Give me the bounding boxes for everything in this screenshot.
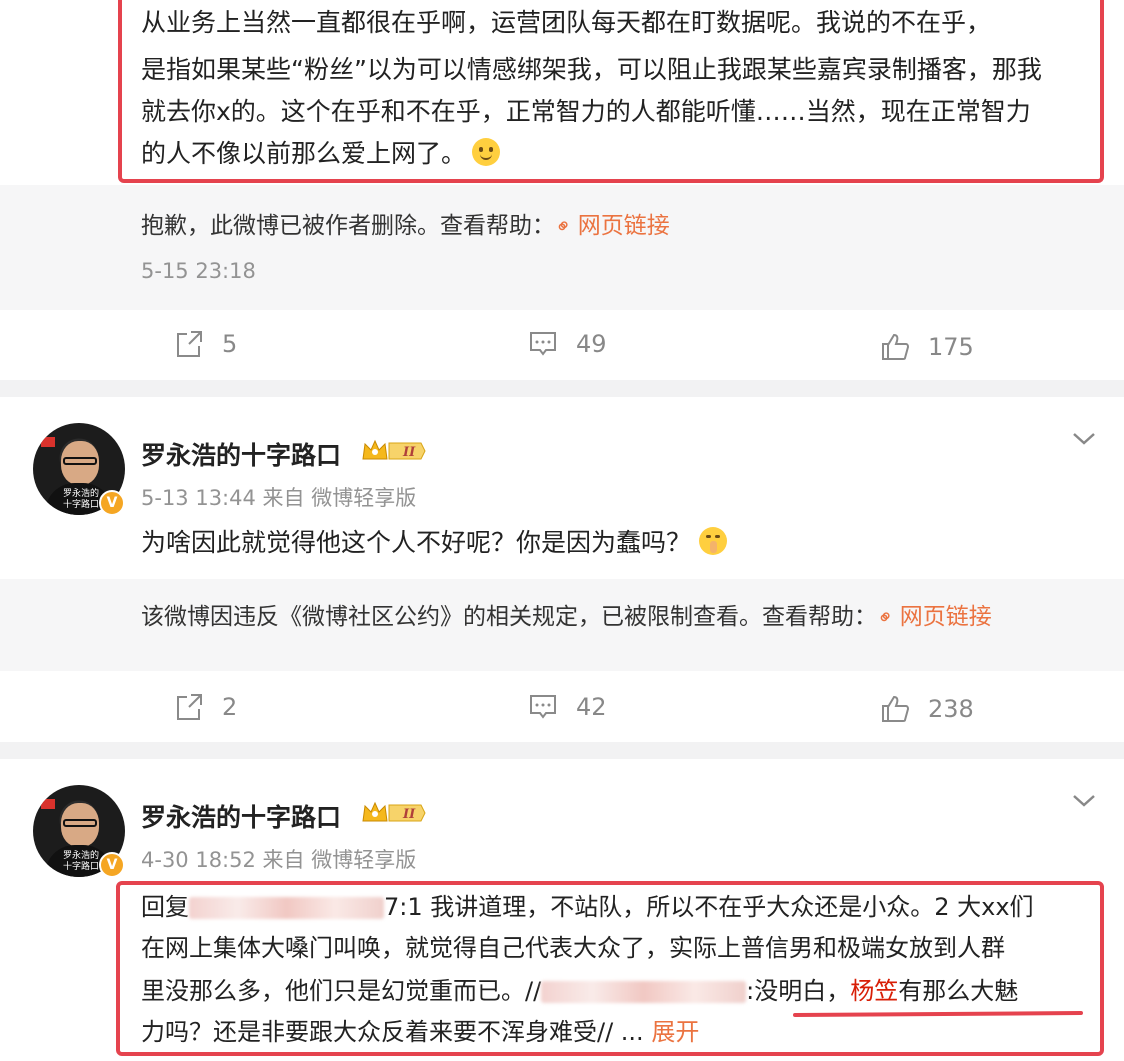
web-link[interactable]: ⚭网页链接 [871, 603, 992, 632]
post-text-line: 是指如果某些“粉丝”以为可以情感绑架我，可以阻止我跟某些嘉宾录制播客，那我 [141, 55, 1042, 84]
avatar-caption: 罗永浩的十字路口 [62, 851, 99, 872]
like-count: 238 [928, 695, 974, 723]
redacted-username [189, 897, 384, 919]
mentioned-name: 杨笠 [850, 977, 899, 1005]
chevron-down-icon[interactable] [1071, 793, 1097, 809]
comment-button[interactable]: 49 [528, 329, 607, 359]
repost-timestamp: 5-15 23:18 [141, 259, 256, 283]
post-text: 的人不像以前那么爱上网了。 [141, 139, 467, 168]
post-text-line-last: 的人不像以前那么爱上网了。 [141, 138, 501, 170]
comment-icon [528, 329, 558, 359]
verified-badge: V [99, 490, 125, 516]
redacted-username [541, 981, 747, 1003]
like-icon [880, 694, 910, 724]
crown-icon[interactable]: II [361, 799, 427, 827]
restricted-notice: 该微博因违反《微博社区公约》的相关规定，已被限制查看。查看帮助：⚭网页链接 [141, 602, 992, 632]
smile-emoji [472, 138, 501, 166]
like-icon [880, 332, 910, 362]
shush-emoji [699, 527, 728, 555]
share-count: 5 [222, 330, 238, 358]
share-icon [174, 329, 204, 359]
username[interactable]: 罗永浩的十字路口 [141, 436, 341, 472]
like-button[interactable]: 238 [880, 694, 974, 724]
post-meta: 5-13 13:44 来自 微博轻享版 [141, 486, 417, 510]
verified-badge: V [99, 852, 125, 878]
level-badge: II [402, 445, 416, 460]
like-count: 175 [928, 333, 974, 361]
comment-button[interactable]: 42 [528, 692, 607, 722]
repost-deleted-notice: 抱歉，此微博已被作者删除。查看帮助：⚭网页链接 [141, 211, 670, 241]
feed-divider [0, 742, 1124, 759]
comment-count: 42 [576, 693, 607, 721]
post-text-line: 力吗？还是非要跟大众反着来要不浑身难受// ... 展开 [141, 1018, 700, 1046]
comment-icon [528, 692, 558, 722]
post-text-line: 里没那么多，他们只是幻觉重而已。//:没明白，杨笠有那么大魅 [141, 977, 1019, 1005]
username[interactable]: 罗永浩的十字路口 [141, 798, 341, 834]
crown-icon[interactable]: II [361, 437, 427, 465]
chevron-down-icon[interactable] [1071, 431, 1097, 447]
post-text: 为啥因此就觉得他这个人不好呢？你是因为蠢吗？ [141, 527, 728, 559]
repost-card[interactable] [0, 185, 1124, 310]
share-count: 2 [222, 693, 238, 721]
post-text-line: 回复 7:1 我讲道理，不站队，所以不在乎大众还是小众。2 大xx们 [141, 893, 1034, 921]
feed-divider [0, 380, 1124, 397]
share-button[interactable]: 2 [174, 692, 237, 722]
share-icon [174, 692, 204, 722]
like-button[interactable]: 175 [880, 332, 974, 362]
avatar-caption: 罗永浩的十字路口 [62, 489, 99, 510]
post-meta: 4-30 18:52 来自 微博轻享版 [141, 848, 417, 872]
expand-link[interactable]: 展开 [651, 1018, 699, 1046]
post-text-line: 就去你x的。这个在乎和不在乎，正常智力的人都能听懂……当然，现在正常智力 [141, 97, 1031, 126]
post-text-line: 从业务上当然一直都很在乎啊，运营团队每天都在盯数据呢。我说的不在乎， [141, 8, 992, 37]
level-badge: II [402, 807, 416, 822]
comment-count: 49 [576, 330, 607, 358]
post-text-line: 在网上集体大嗓门叫唤，就觉得自己代表大众了，实际上普信男和极端女放到人群 [141, 934, 1005, 962]
web-link[interactable]: ⚭网页链接 [549, 212, 670, 241]
share-button[interactable]: 5 [174, 329, 237, 359]
